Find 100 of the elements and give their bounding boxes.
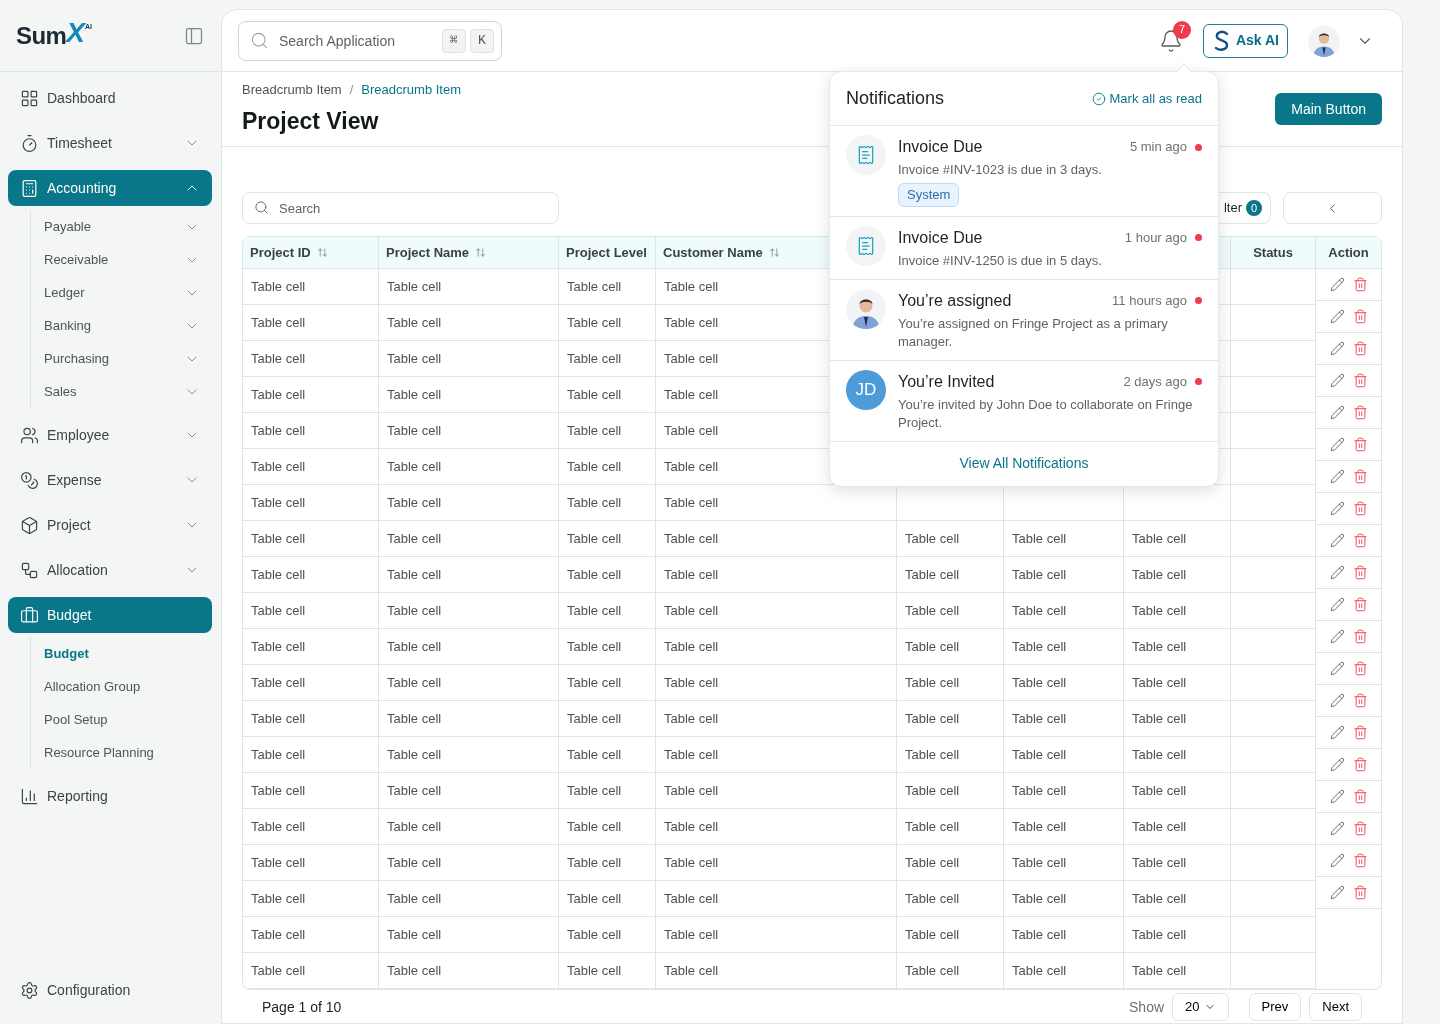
table-cell-text: Table cell [567,925,622,944]
sidebar-item[interactable]: Employee [8,417,212,453]
table-cell-text: Table cell [251,817,306,836]
view-all-link[interactable]: View All Notifications [959,453,1089,474]
sidebar-toggle-icon[interactable] [184,25,204,46]
edit-icon[interactable] [1329,725,1345,740]
prev-button[interactable]: Prev [1248,993,1302,1021]
next-button[interactable]: Next [1309,993,1362,1021]
delete-icon[interactable] [1352,725,1368,740]
sidebar-item[interactable]: Dashboard [8,80,212,116]
submenu-item[interactable]: Purchasing [31,342,212,375]
table-search-field[interactable]: Search [242,192,559,224]
sidebar-item[interactable]: Accounting [8,170,212,206]
sidebar-item[interactable]: Configuration [8,972,212,1008]
submenu-item[interactable]: Ledger [31,276,212,309]
column-header[interactable]: Status [1253,242,1293,263]
notification-item[interactable]: Invoice Due 1 hour ago Invoice #INV-1250 is due in 5 days. [830,216,1218,280]
sidebar-item[interactable]: Project [8,507,212,543]
delete-icon[interactable] [1352,501,1368,516]
table-cell-text: Table cell [664,961,719,980]
notification-item[interactable]: JD You’re Invited 2 days ago You’re invited by John Doe to collaborate on Fringe Project. [830,360,1218,442]
breadcrumb-item[interactable]: Breadcrumb Item [242,80,342,100]
edit-icon[interactable] [1329,789,1345,804]
delete-icon[interactable] [1352,853,1368,868]
table-cell-text: Table cell [1132,889,1187,908]
calculator-icon [20,178,39,198]
edit-icon[interactable] [1329,533,1345,548]
ask-ai-button[interactable]: Ask AI [1202,23,1288,58]
edit-icon[interactable] [1329,853,1345,868]
submenu-item[interactable]: Resource Planning [31,736,212,769]
table-cell-text: Table cell [1132,745,1187,764]
edit-icon[interactable] [1329,501,1345,516]
delete-icon[interactable] [1352,277,1368,292]
delete-icon[interactable] [1352,309,1368,324]
sidebar-item[interactable]: Timesheet [8,125,212,161]
edit-icon[interactable] [1329,437,1345,452]
edit-icon[interactable] [1329,597,1345,612]
delete-icon[interactable] [1352,565,1368,580]
edit-icon[interactable] [1329,309,1345,324]
notification-item[interactable]: You’re assigned 11 hours ago You’re assigned on Fringe Project as a primary manager. [830,279,1218,361]
submenu-item[interactable]: Banking [31,309,212,342]
edit-icon[interactable] [1329,341,1345,356]
sidebar-item[interactable]: Expense [8,462,212,498]
page-size-select[interactable]: 20 [1172,993,1229,1021]
edit-icon[interactable] [1329,565,1345,580]
delete-icon[interactable] [1352,373,1368,388]
main-button[interactable]: Main Button [1275,93,1382,125]
table-cell-text: Table cell [1012,925,1067,944]
submenu-item[interactable]: Budget [31,637,212,670]
delete-icon[interactable] [1352,693,1368,708]
submenu-item[interactable]: Allocation Group [31,670,212,703]
column-header[interactable]: Customer Name [663,242,763,263]
table-cell-text: Table cell [387,637,442,656]
table-cell-text: Table cell [1012,673,1067,692]
edit-icon[interactable] [1329,277,1345,292]
edit-icon[interactable] [1329,373,1345,388]
submenu-item[interactable]: Receivable [31,243,212,276]
delete-icon[interactable] [1352,661,1368,676]
table-cell-text: Table cell [387,673,442,692]
table-cell-text: Table cell [664,277,719,296]
edit-icon[interactable] [1329,693,1345,708]
submenu-item[interactable]: Sales [31,375,212,408]
table-cell-text: Table cell [1132,781,1187,800]
edit-icon[interactable] [1329,757,1345,772]
edit-icon[interactable] [1329,469,1345,484]
column-header[interactable]: Project Name [386,242,470,263]
mark-all-read-link[interactable]: Mark all as read [1091,88,1202,109]
submenu-item[interactable]: Payable [31,210,212,243]
delete-icon[interactable] [1352,405,1368,420]
edit-icon[interactable] [1329,821,1345,836]
delete-icon[interactable] [1352,885,1368,900]
sidebar-item[interactable]: Allocation [8,552,212,588]
sidebar-item[interactable]: Budget [8,597,212,633]
edit-icon[interactable] [1329,405,1345,420]
delete-icon[interactable] [1352,533,1368,548]
column-header[interactable]: Project Level [566,242,647,263]
edit-icon[interactable] [1329,885,1345,900]
breadcrumb-item[interactable]: Breadcrumb Item [361,80,462,100]
table-cell-text: Table cell [567,817,622,836]
delete-icon[interactable] [1352,597,1368,612]
delete-icon[interactable] [1352,757,1368,772]
notification-message: You’re invited by John Doe to collaborate on Fringe Project. [898,395,1194,432]
delete-icon[interactable] [1352,821,1368,836]
delete-icon[interactable] [1352,469,1368,484]
delete-icon[interactable] [1352,341,1368,356]
column-header[interactable]: Project ID [250,242,311,263]
edit-icon[interactable] [1329,629,1345,644]
notification-item[interactable]: Invoice Due 5 min ago Invoice #INV-1023 is due in 3 days. System [830,126,1218,217]
delete-icon[interactable] [1352,789,1368,804]
table-cell-text: Table cell [567,349,622,368]
sidebar-item[interactable]: Reporting [8,778,212,814]
edit-icon[interactable] [1329,661,1345,676]
table-cell-text: Table cell [567,637,622,656]
sort-icon[interactable] [316,247,328,258]
submenu-item[interactable]: Pool Setup [31,703,212,736]
table-cell-text: Table cell [387,709,442,728]
sort-icon[interactable] [768,247,780,258]
delete-icon[interactable] [1352,629,1368,644]
sort-icon[interactable] [475,247,487,258]
delete-icon[interactable] [1352,437,1368,452]
